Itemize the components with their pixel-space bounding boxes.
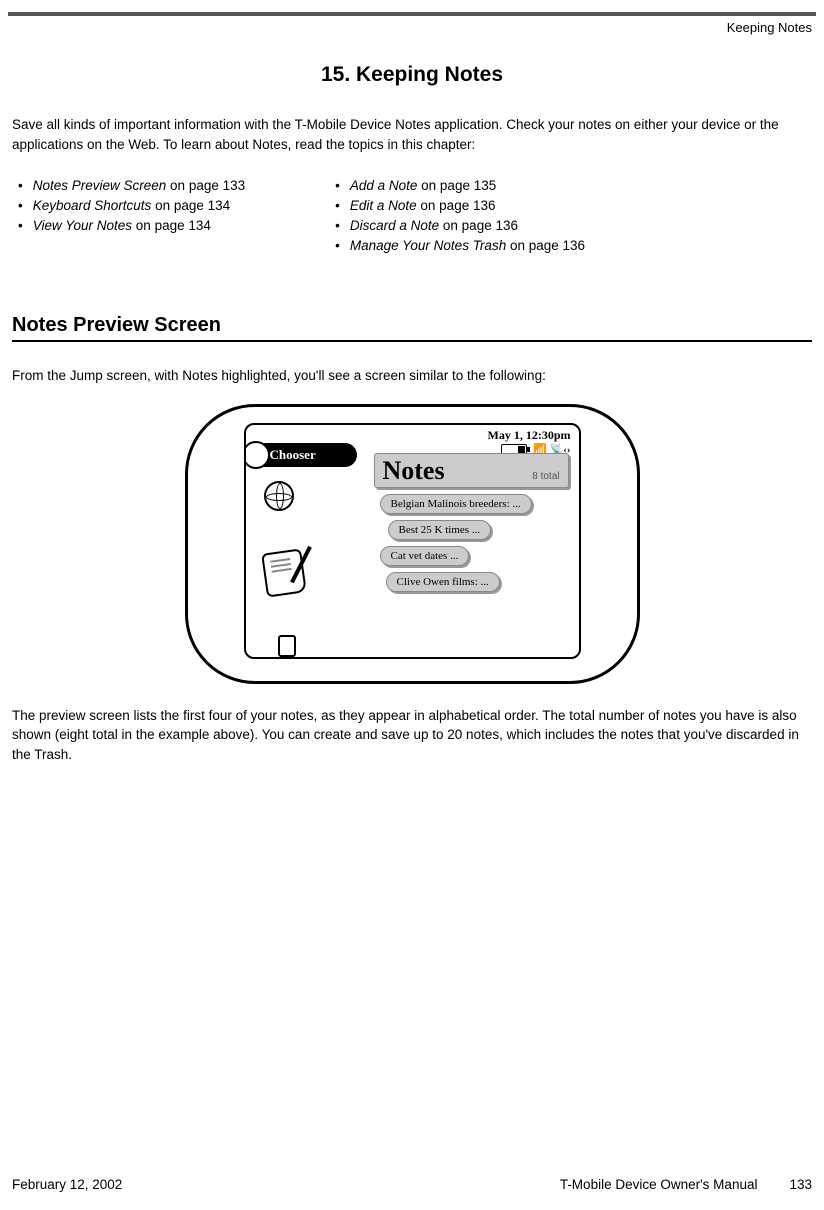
jump-icon-column	[264, 481, 304, 657]
toc-link[interactable]: Notes Preview Screen	[33, 178, 167, 193]
chapter-intro: Save all kinds of important information …	[12, 115, 812, 154]
section-lead: From the Jump screen, with Notes highlig…	[12, 366, 812, 386]
chooser-icon: ✦	[244, 441, 270, 469]
page-footer: February 12, 2002 T-Mobile Device Owner'…	[12, 1177, 812, 1192]
toc-link[interactable]: Edit a Note	[350, 198, 417, 213]
footer-date: February 12, 2002	[12, 1177, 122, 1192]
toc-item: •Discard a Note on page 136	[335, 218, 585, 233]
section-caption: The preview screen lists the first four …	[12, 706, 812, 765]
pencil-icon	[290, 546, 312, 583]
notes-title: Notes	[383, 456, 445, 486]
notes-count: 8 total	[532, 471, 559, 482]
toc-link[interactable]: Manage Your Notes Trash	[350, 238, 506, 253]
toc-link[interactable]: View Your Notes	[33, 218, 132, 233]
toc-column-left: •Notes Preview Screen on page 133 •Keybo…	[18, 178, 245, 258]
toc-column-right: •Add a Note on page 135 •Edit a Note on …	[335, 178, 585, 258]
toc-item: •Keyboard Shortcuts on page 134	[18, 198, 245, 213]
toc-page-ref: on page 136	[417, 198, 496, 213]
toc-page-ref: on page 134	[132, 218, 211, 233]
chapter-toc: •Notes Preview Screen on page 133 •Keybo…	[12, 178, 812, 258]
notes-app-icon[interactable]	[261, 548, 307, 597]
footer-manual-title: T-Mobile Device Owner's Manual	[560, 1177, 758, 1192]
chapter-title: 15. Keeping Notes	[12, 63, 812, 87]
note-preview-item[interactable]: Cat vet dates ...	[380, 546, 470, 566]
note-preview-item[interactable]: Belgian Malinois breeders: ...	[380, 494, 532, 514]
note-preview-item[interactable]: Best 25 K times ...	[388, 520, 492, 540]
page-content: 15. Keeping Notes Save all kinds of impo…	[0, 35, 824, 764]
toc-item: •Add a Note on page 135	[335, 178, 585, 193]
toc-page-ref: on page 136	[506, 238, 585, 253]
notes-preview-list: Belgian Malinois breeders: ... Best 25 K…	[374, 494, 569, 592]
toc-page-ref: on page 135	[417, 178, 496, 193]
toc-item: •Manage Your Notes Trash on page 136	[335, 238, 585, 253]
footer-page-number: 133	[789, 1177, 812, 1192]
notes-preview-panel: Notes 8 total Belgian Malinois breeders:…	[374, 453, 569, 592]
section-heading: Notes Preview Screen	[12, 314, 812, 337]
section-rule	[12, 340, 812, 342]
toc-page-ref: on page 133	[166, 178, 245, 193]
device-bezel: May 1, 12:30pm 📶 📡‹› ✦ Chooser	[185, 404, 640, 684]
toc-link[interactable]: Keyboard Shortcuts	[33, 198, 152, 213]
chooser-button[interactable]: ✦ Chooser	[244, 443, 357, 467]
note-preview-item[interactable]: Clive Owen films: ...	[386, 572, 500, 592]
toc-item: •Edit a Note on page 136	[335, 198, 585, 213]
chooser-label: Chooser	[270, 447, 316, 463]
device-figure: May 1, 12:30pm 📶 📡‹› ✦ Chooser	[12, 404, 812, 684]
status-bar: May 1, 12:30pm	[246, 425, 579, 443]
globe-icon[interactable]	[264, 481, 294, 511]
toc-link[interactable]: Add a Note	[350, 178, 418, 193]
toc-item: •Notes Preview Screen on page 133	[18, 178, 245, 193]
notes-preview-header: Notes 8 total	[374, 453, 569, 488]
running-head: Keeping Notes	[0, 16, 824, 35]
toc-page-ref: on page 134	[151, 198, 230, 213]
device-screen: May 1, 12:30pm 📶 📡‹› ✦ Chooser	[244, 423, 581, 659]
app-icon[interactable]	[278, 635, 296, 657]
toc-link[interactable]: Discard a Note	[350, 218, 439, 233]
toc-item: •View Your Notes on page 134	[18, 218, 245, 233]
status-datetime: May 1, 12:30pm	[488, 428, 571, 443]
toc-page-ref: on page 136	[439, 218, 518, 233]
